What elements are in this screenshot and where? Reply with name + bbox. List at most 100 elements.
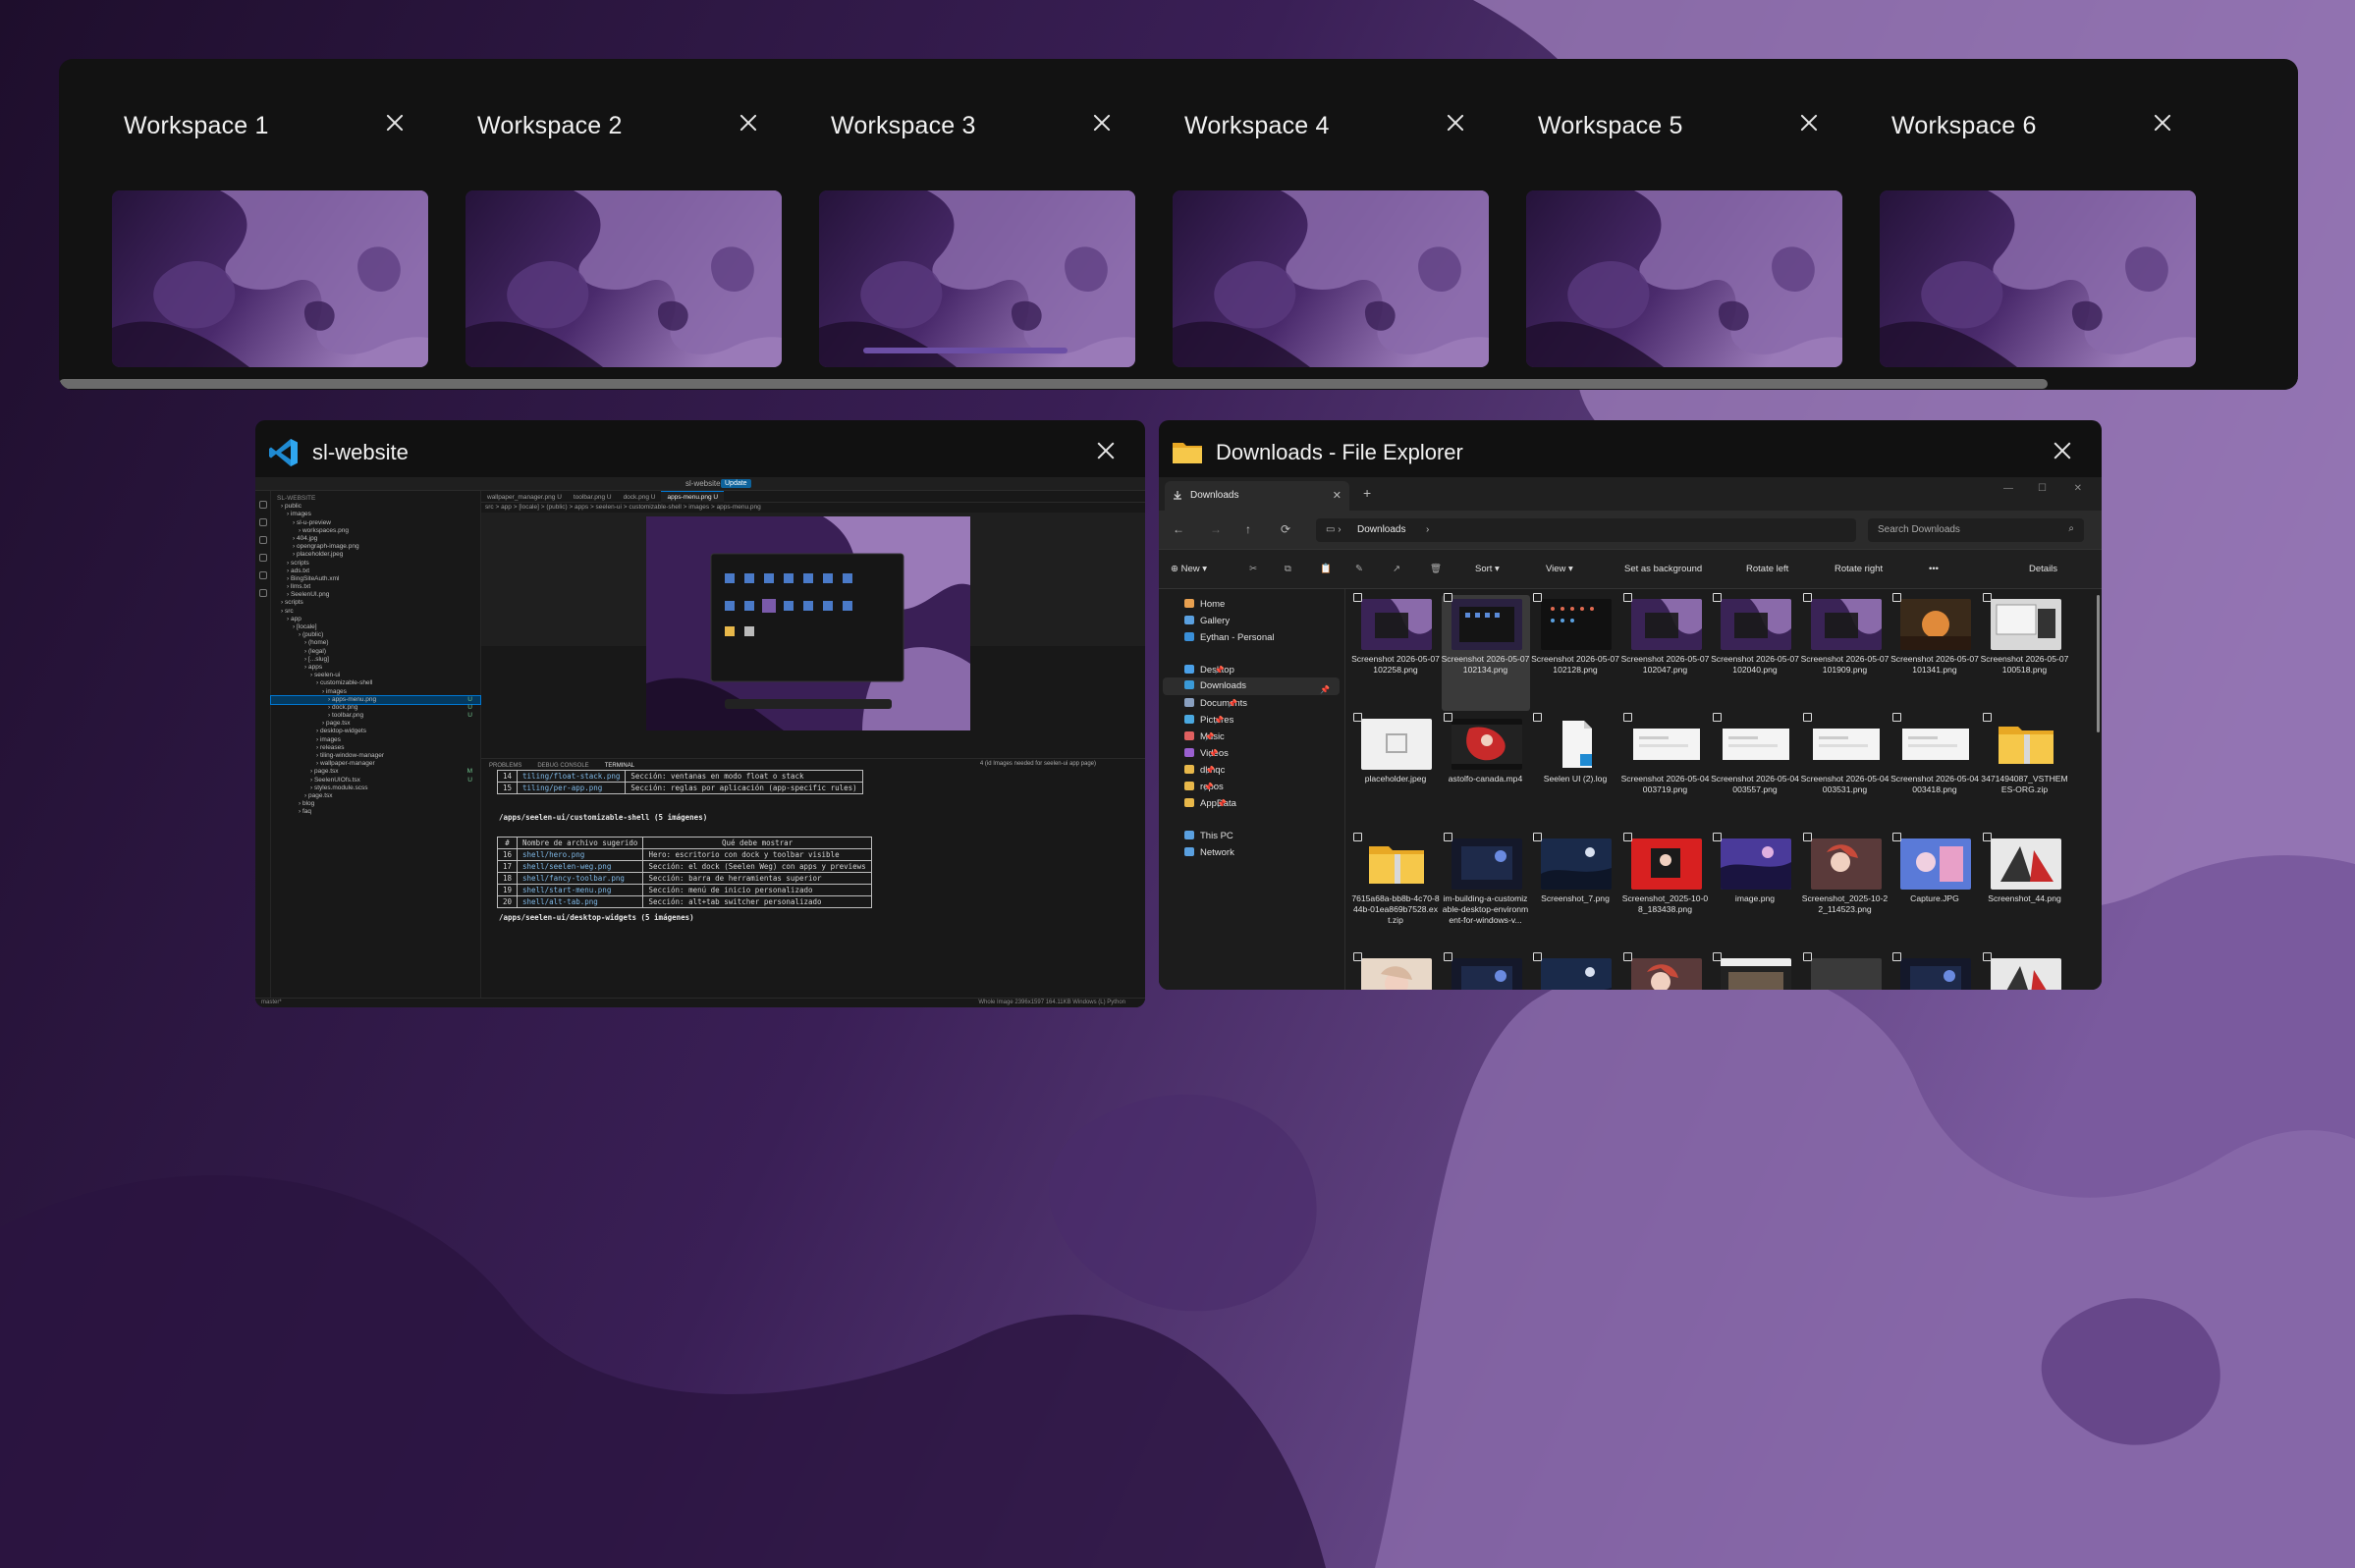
chevron-right-icon[interactable]: ›: [1426, 524, 1429, 535]
file-item[interactable]: [1351, 952, 1440, 990]
workspace-card[interactable]: Workspace 2: [454, 88, 784, 390]
file-checkbox[interactable]: [1892, 952, 1901, 961]
sidebar-item[interactable]: Eythan - Personal: [1184, 632, 1275, 643]
sidebar-item[interactable]: Music 📌: [1184, 731, 1225, 742]
copy-icon[interactable]: ⧉: [1285, 564, 1291, 574]
file-item[interactable]: [1621, 952, 1710, 990]
editor-tab[interactable]: apps-menu.png U: [661, 491, 725, 503]
file-item[interactable]: im-building-a-customizable-desktop-envir…: [1442, 833, 1530, 950]
file-checkbox[interactable]: [1533, 833, 1542, 841]
workspace-card[interactable]: Workspace 3: [807, 88, 1137, 390]
sidebar-item[interactable]: This PC: [1184, 831, 1233, 841]
rotate-left-button[interactable]: Rotate left: [1746, 564, 1788, 574]
file-checkbox[interactable]: [1982, 833, 1992, 841]
sidebar-item[interactable]: Gallery: [1184, 616, 1230, 626]
explorer-tree-item[interactable]: › page.tsx: [271, 792, 480, 800]
editor-tab[interactable]: wallpaper_manager.png U: [481, 492, 568, 503]
extensions-icon[interactable]: [258, 571, 267, 579]
explorer-tree-item[interactable]: › images: [271, 736, 480, 744]
file-grid-scrollbar[interactable]: [2097, 595, 2100, 732]
close-workspace-icon[interactable]: [1795, 108, 1825, 137]
explorer-tree-item[interactable]: › app: [271, 616, 480, 623]
file-item[interactable]: [1711, 952, 1799, 990]
sort-button[interactable]: Sort ▾: [1475, 564, 1500, 574]
file-checkbox[interactable]: [1443, 593, 1452, 602]
explorer-tree-item[interactable]: › dock.png U: [271, 704, 480, 712]
file-item[interactable]: 7615a68a-bb8b-4c70-844b-01ea869b7528.ext…: [1351, 833, 1440, 950]
new-button[interactable]: ⊕ New ▾: [1171, 564, 1207, 574]
explorer-icon[interactable]: [258, 501, 267, 509]
file-checkbox[interactable]: [1802, 713, 1812, 722]
set-as-background-button[interactable]: Set as background: [1624, 564, 1702, 574]
file-checkbox[interactable]: [1622, 713, 1632, 722]
explorer-tree-item[interactable]: › scripts: [271, 560, 480, 568]
file-checkbox[interactable]: [1713, 713, 1722, 722]
workspace-thumbnail[interactable]: [819, 190, 1135, 367]
file-item[interactable]: Seelen UI (2).log: [1531, 713, 1619, 831]
address-bar[interactable]: ▭ › Downloads ›: [1316, 518, 1856, 542]
cut-icon[interactable]: ✂: [1249, 564, 1257, 574]
file-item[interactable]: Screenshot 2026-05-07 102258.png: [1351, 593, 1440, 711]
forward-icon[interactable]: →: [1210, 522, 1222, 536]
file-checkbox[interactable]: [1892, 833, 1901, 841]
sidebar-item[interactable]: Desktop 📌: [1184, 665, 1234, 676]
close-window-button[interactable]: [1092, 436, 1122, 465]
file-item[interactable]: Screenshot 2026-05-07 102134.png: [1441, 593, 1530, 711]
explorer-tree-item[interactable]: › opengraph-image.png: [271, 543, 480, 551]
tab-downloads[interactable]: Downloads ✕: [1165, 481, 1349, 511]
file-item[interactable]: Screenshot_2025-10-08_183438.png: [1621, 833, 1710, 950]
explorer-tree-item[interactable]: › (home): [271, 639, 480, 647]
view-button[interactable]: View ▾: [1546, 564, 1573, 574]
editor-tab[interactable]: dock.png U: [618, 492, 662, 503]
update-button[interactable]: Update: [721, 479, 751, 488]
sidebar-item[interactable]: Videos 📌: [1184, 748, 1229, 759]
close-window-button[interactable]: [2049, 436, 2078, 465]
explorer-tree-item[interactable]: › workspaces.png: [271, 527, 480, 535]
file-checkbox[interactable]: [1353, 593, 1362, 602]
explorer-tree-item[interactable]: › placeholder.jpeg: [271, 551, 480, 559]
file-checkbox[interactable]: [1982, 713, 1992, 722]
explorer-tree-item[interactable]: › apps-menu.png U: [270, 694, 481, 705]
source-control-icon[interactable]: [258, 536, 267, 544]
explorer-tree-item[interactable]: › wallpaper-manager: [271, 760, 480, 768]
explorer-tree-item[interactable]: › BingSiteAuth.xml: [271, 575, 480, 583]
file-item[interactable]: Screenshot 2026-05-07 100518.png: [1981, 593, 2069, 711]
minimize-icon[interactable]: —: [2003, 483, 2013, 494]
explorer-tree-item[interactable]: › tiling-window-manager: [271, 752, 480, 760]
file-checkbox[interactable]: [1982, 952, 1992, 961]
file-item[interactable]: placeholder.jpeg: [1351, 713, 1440, 831]
explorer-tree-item[interactable]: › public: [271, 503, 480, 511]
explorer-tree-item[interactable]: › faq: [271, 808, 480, 816]
file-checkbox[interactable]: [1443, 713, 1452, 722]
paste-icon[interactable]: 📋: [1320, 564, 1332, 574]
remote-icon[interactable]: [258, 589, 267, 597]
workspace-card[interactable]: Workspace 4: [1161, 88, 1491, 390]
path-segment-downloads[interactable]: Downloads: [1357, 524, 1405, 535]
explorer-tree-item[interactable]: › ads.txt: [271, 568, 480, 575]
status-branch[interactable]: master*: [261, 1000, 282, 1005]
workspace-thumbnail[interactable]: [1880, 190, 2196, 367]
explorer-tree-item[interactable]: › scripts: [271, 599, 480, 607]
search-icon[interactable]: [258, 518, 267, 526]
file-checkbox[interactable]: [1533, 593, 1542, 602]
file-checkbox[interactable]: [1802, 833, 1812, 841]
sidebar-item[interactable]: Downloads 📌: [1163, 677, 1340, 695]
close-tab-icon[interactable]: ✕: [1333, 489, 1342, 502]
file-item[interactable]: Screenshot_7.png: [1531, 833, 1619, 950]
refresh-icon[interactable]: ⟳: [1281, 522, 1290, 536]
file-item[interactable]: Capture.JPG: [1890, 833, 1979, 950]
sidebar-item[interactable]: Pictures 📌: [1184, 715, 1233, 726]
close-workspace-icon[interactable]: [381, 108, 411, 137]
explorer-tree-item[interactable]: › images: [271, 511, 480, 518]
file-item[interactable]: image.png: [1711, 833, 1799, 950]
window-preview-vscode[interactable]: sl-website sl-website Update SL-WEBSITE …: [255, 420, 1145, 1007]
file-item[interactable]: Screenshot 2026-05-07 102047.png: [1621, 593, 1710, 711]
file-checkbox[interactable]: [1802, 952, 1812, 961]
file-checkbox[interactable]: [1533, 952, 1542, 961]
explorer-tree-item[interactable]: › desktop-widgets: [271, 728, 480, 735]
file-checkbox[interactable]: [1622, 952, 1632, 961]
editor-tab[interactable]: toolbar.png U: [568, 492, 618, 503]
file-item[interactable]: [1801, 952, 1889, 990]
explorer-tree-item[interactable]: › apps: [271, 664, 480, 672]
file-item[interactable]: Screenshot 2026-05-07 102128.png: [1531, 593, 1619, 711]
